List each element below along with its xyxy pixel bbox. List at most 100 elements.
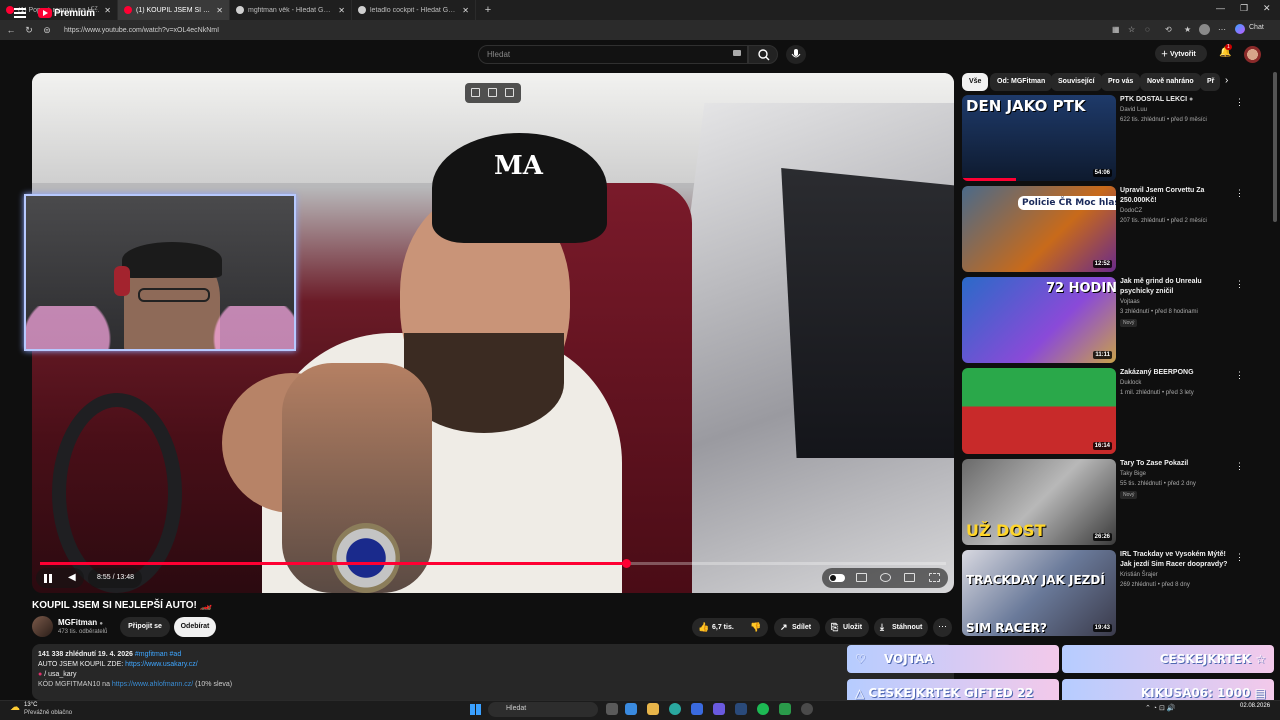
- recommendation-item[interactable]: DEN JAKO PTK 54:06 PTK DOSTAL LEKCI ● Da…: [962, 95, 1272, 181]
- description-box[interactable]: 141 338 zhlédnutí 19. 4. 2026 #mgfitman …: [32, 644, 954, 700]
- video-thumbnail[interactable]: TRACKDAY JAK JEZDÍ SIM RACER? 19:43: [962, 550, 1116, 636]
- system-tray-icons[interactable]: ⌃ ◔ ⊡ 🔊: [1145, 704, 1176, 712]
- file-explorer-icon[interactable]: [647, 703, 659, 715]
- recommendation-channel[interactable]: Taky Bige: [1120, 471, 1146, 477]
- windows-start-icon[interactable]: [470, 704, 481, 715]
- autoplay-toggle[interactable]: [829, 574, 845, 582]
- channel-avatar[interactable]: [32, 616, 53, 637]
- video-thumbnail[interactable]: 72 HODIN 11:11: [962, 277, 1116, 363]
- profile-avatar[interactable]: [1199, 24, 1210, 35]
- like-icon[interactable]: 👍: [698, 622, 709, 633]
- close-tab-icon[interactable]: ✕: [338, 6, 345, 15]
- theater-mode-icon[interactable]: [904, 573, 915, 582]
- subtitles-icon[interactable]: [856, 573, 867, 582]
- back-icon[interactable]: ←: [4, 25, 18, 35]
- store-icon[interactable]: [691, 703, 703, 715]
- dislike-icon[interactable]: 👎: [750, 622, 761, 633]
- site-info-icon[interactable]: ⊜: [40, 25, 54, 36]
- video-thumbnail[interactable]: 16:14: [962, 368, 1116, 454]
- recommendation-item[interactable]: TRACKDAY JAK JEZDÍ SIM RACER? 19:43 IRL …: [962, 550, 1272, 636]
- video-thumbnail[interactable]: Policie ČR Moc hlasité!! 12:52: [962, 186, 1116, 272]
- voice-search-button[interactable]: [786, 45, 806, 64]
- save-button[interactable]: ⎘ Uložit: [825, 618, 869, 637]
- browser-tab-active[interactable]: (1) KOUPIL JSEM SI NEJLEPŠÍ ✕: [118, 0, 230, 20]
- recommendation-item[interactable]: UŽ DOST 26:26 Tary To Zase Pokazil Taky …: [962, 459, 1272, 545]
- recommendation-item[interactable]: 16:14 Zakázaný BEERPONG Duklock 1 mil. z…: [962, 368, 1272, 454]
- channel-name[interactable]: MGFitman ●: [58, 618, 103, 627]
- spotify-icon[interactable]: [757, 703, 769, 715]
- reload-icon[interactable]: ↻: [22, 25, 36, 36]
- youtube-brand[interactable]: Premium: [54, 8, 95, 19]
- chip-recently-uploaded[interactable]: Nově nahráno: [1140, 73, 1201, 91]
- description-link[interactable]: https://www.usakary.cz/: [125, 661, 198, 668]
- xbox-icon[interactable]: [779, 703, 791, 715]
- description-link[interactable]: https://www.ahlofmann.cz/: [112, 681, 193, 688]
- fullscreen-icon[interactable]: [929, 573, 940, 582]
- close-window-icon[interactable]: ✕: [1263, 3, 1271, 14]
- pause-icon[interactable]: [44, 574, 52, 583]
- video-thumbnail[interactable]: DEN JAKO PTK 54:06: [962, 95, 1116, 181]
- kebab-menu-icon[interactable]: ⋮: [1235, 552, 1244, 563]
- hashtags[interactable]: #mgfitman #ad: [135, 651, 181, 658]
- kebab-menu-icon[interactable]: ⋮: [1235, 461, 1244, 472]
- youtube-logo-icon[interactable]: [38, 8, 52, 18]
- recommendation-channel[interactable]: DodoCZ: [1120, 208, 1142, 214]
- weather-temperature[interactable]: 13°C: [24, 702, 37, 708]
- collections-icon[interactable]: ★: [1184, 25, 1191, 34]
- chat-button[interactable]: Chat: [1249, 24, 1264, 31]
- more-options-icon[interactable]: ⋯: [1218, 25, 1226, 34]
- chip-all[interactable]: Vše: [962, 73, 989, 91]
- download-button[interactable]: ⤓ Stáhnout: [874, 618, 928, 637]
- close-tab-icon[interactable]: ✕: [462, 6, 469, 15]
- minimize-icon[interactable]: —: [1216, 3, 1225, 13]
- recommendation-channel[interactable]: David Luu: [1120, 107, 1147, 113]
- menu-icon[interactable]: [14, 8, 26, 18]
- chip-for-you[interactable]: Pro vás: [1101, 73, 1141, 91]
- share-button[interactable]: ↗ Sdílet: [774, 618, 820, 637]
- close-tab-icon[interactable]: ✕: [104, 6, 111, 15]
- account-avatar[interactable]: [1244, 46, 1261, 63]
- discord-icon[interactable]: [713, 703, 725, 715]
- taskbar-search[interactable]: Hledat: [488, 702, 598, 717]
- copilot-taskbar-icon[interactable]: [625, 703, 637, 715]
- url-field[interactable]: https://www.youtube.com/watch?v=xOL4ecNk…: [64, 27, 219, 34]
- volume-icon[interactable]: ◀: [68, 572, 76, 583]
- recommendation-channel[interactable]: Kristián Šrajer: [1120, 572, 1158, 578]
- kebab-menu-icon[interactable]: ⋮: [1235, 279, 1244, 290]
- edge-icon[interactable]: [669, 703, 681, 715]
- weather-description[interactable]: Převážně oblačno: [24, 710, 72, 716]
- kebab-menu-icon[interactable]: ⋮: [1235, 370, 1244, 381]
- sidebar-scrollbar[interactable]: [1273, 72, 1277, 222]
- screenshot-icon[interactable]: [471, 88, 480, 97]
- search-input[interactable]: Hledat: [478, 45, 748, 64]
- search-button[interactable]: [748, 45, 778, 64]
- kebab-menu-icon[interactable]: ⋮: [1235, 97, 1244, 108]
- extensions-icon[interactable]: ▦: [1112, 25, 1120, 34]
- chevron-right-icon[interactable]: ›: [1225, 75, 1228, 86]
- subscribe-button[interactable]: Odebírat: [174, 617, 216, 637]
- browser-tab[interactable]: letadlo cockpit - Hledat Googlem ✕: [352, 0, 476, 20]
- task-view-icon[interactable]: [606, 703, 618, 715]
- notes-icon[interactable]: [505, 88, 514, 97]
- steam-icon[interactable]: [735, 703, 747, 715]
- join-button[interactable]: Připojit se: [120, 617, 170, 637]
- progress-bar[interactable]: [40, 559, 946, 568]
- favorite-icon[interactable]: ☆: [1128, 25, 1135, 34]
- video-thumbnail[interactable]: UŽ DOST 26:26: [962, 459, 1116, 545]
- keyboard-icon[interactable]: [733, 50, 741, 56]
- recommendation-item[interactable]: 72 HODIN 11:11 Jak mě grind do Unrealu p…: [962, 277, 1272, 363]
- picture-in-picture-icon[interactable]: [488, 88, 497, 97]
- maximize-icon[interactable]: ❐: [1240, 3, 1248, 14]
- chip-from-channel[interactable]: Od: MGFitman: [990, 73, 1053, 91]
- copilot-icon[interactable]: [1235, 24, 1245, 34]
- recommendation-item[interactable]: Policie ČR Moc hlasité!! 12:52 Upravil J…: [962, 186, 1272, 272]
- taskbar-clock[interactable]: 02.08.2026: [1240, 702, 1270, 710]
- obs-icon[interactable]: [801, 703, 813, 715]
- new-tab-button[interactable]: +: [480, 4, 496, 16]
- close-tab-icon[interactable]: ✕: [216, 6, 223, 15]
- kebab-menu-icon[interactable]: ⋮: [1235, 188, 1244, 199]
- chip-related[interactable]: Související: [1051, 73, 1102, 91]
- settings-gear-icon[interactable]: [880, 573, 891, 582]
- tab-actions-icon[interactable]: ⟲: [1165, 25, 1172, 34]
- chip-truncated[interactable]: Př: [1200, 73, 1220, 91]
